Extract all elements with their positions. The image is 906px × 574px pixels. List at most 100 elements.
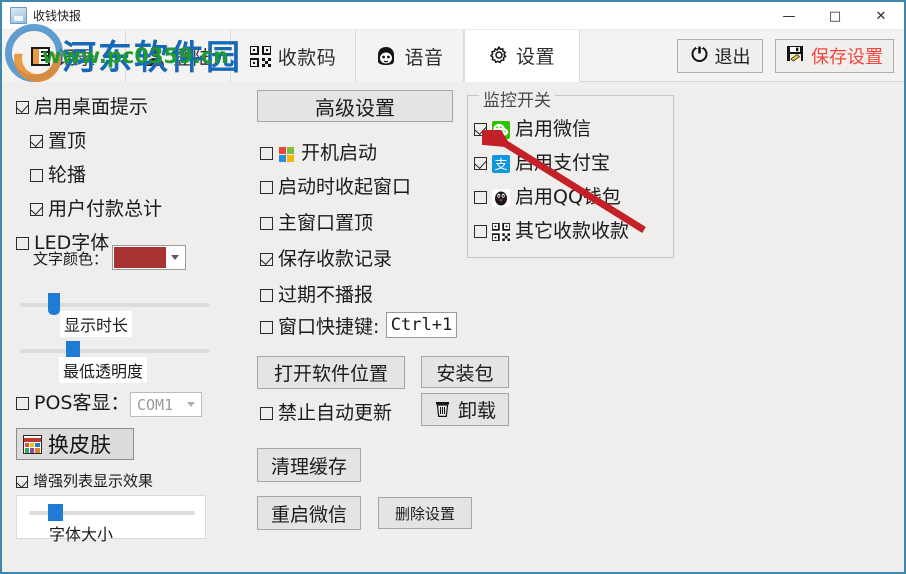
checkbox-no-expire-voice-label: 过期不播报 [278, 284, 374, 306]
checkbox-box [260, 217, 273, 230]
save-settings-label: 保存设置 [811, 47, 883, 68]
text-color-label: 文字颜色： [33, 250, 109, 268]
tab-settings[interactable]: 设置 [464, 30, 580, 82]
checkbox-save-records[interactable]: 保存收款记录 [260, 250, 392, 269]
checkbox-enable-wechat-label: 启用微信 [515, 118, 592, 140]
checkbox-user-pay-total-label: 用户付款总计 [48, 198, 163, 220]
tab-login[interactable]: 登陆 [126, 30, 231, 82]
palette-icon [23, 434, 42, 454]
checkbox-no-auto-update[interactable]: 禁止自动更新 [260, 404, 392, 423]
advanced-settings-label: 高级设置 [315, 95, 395, 120]
text-color-combo[interactable] [112, 245, 186, 270]
checkbox-main-on-top[interactable]: 主窗口置顶 [260, 214, 373, 233]
checkbox-enable-qq-wallet[interactable]: 启用QQ钱包 [474, 188, 621, 207]
installer-package-label: 安装包 [436, 362, 494, 385]
checkbox-enable-other-pay[interactable]: 其它收款收款 [474, 220, 630, 242]
wechat-icon [492, 120, 510, 139]
checkbox-always-on-top[interactable]: 置顶 [30, 132, 86, 151]
checkbox-enable-alipay-label: 启用支付宝 [515, 152, 611, 174]
checkbox-box [474, 225, 487, 238]
checkbox-box [260, 321, 273, 334]
checkbox-box [474, 157, 487, 170]
slider-display-duration-label: 显示时长 [60, 311, 133, 337]
tab-paycode[interactable]: 收款码 [231, 30, 356, 82]
checkbox-desktop-tip-label: 启用桌面提示 [34, 96, 149, 118]
tab-paycode-label: 收款码 [277, 46, 337, 69]
settings-content: 启用桌面提示 置顶 轮播 用户付款总计 LED字体 文字颜色： 显示时长 最低透… [2, 82, 904, 572]
checkbox-enhance-list-label: 增强列表显示效果 [33, 472, 154, 490]
slider-font-size-label: 字体大小 [49, 525, 114, 544]
power-icon [690, 44, 709, 68]
minimize-button[interactable]: — [766, 2, 812, 30]
checkbox-hotkey-label: 窗口快捷键: [278, 316, 380, 338]
checkbox-user-pay-total[interactable]: 用户付款总计 [30, 200, 162, 219]
slider-min-opacity-track[interactable] [20, 349, 210, 353]
delete-settings-label: 删除设置 [394, 504, 455, 523]
checkbox-no-expire-voice[interactable]: 过期不播报 [260, 286, 373, 305]
gear-icon [489, 45, 509, 66]
toolbar-actions: 退出 保存设置 [677, 39, 894, 73]
window-title: 收钱快报 [33, 9, 82, 23]
checkbox-enable-qq-wallet-label: 启用QQ钱包 [515, 186, 621, 208]
checkbox-box [16, 475, 28, 488]
checkbox-pos-display-label: POS客显： [34, 392, 130, 414]
clear-cache-button[interactable]: 清理缓存 [257, 448, 361, 482]
checkbox-enable-wechat[interactable]: 启用微信 [474, 120, 591, 139]
clear-cache-label: 清理缓存 [270, 455, 347, 478]
checkbox-desktop-tip[interactable]: 启用桌面提示 [16, 98, 148, 117]
close-button[interactable]: ✕ [858, 2, 904, 30]
checkbox-start-minimized[interactable]: 启动时收起窗口 [260, 178, 411, 197]
hotkey-input[interactable]: Ctrl+1 [386, 312, 457, 338]
advanced-settings-button[interactable]: 高级设置 [257, 90, 453, 122]
checkbox-start-minimized-label: 启动时收起窗口 [278, 176, 412, 198]
tab-voice[interactable]: 语音 [356, 30, 464, 82]
checkbox-main-on-top-label: 主窗口置顶 [278, 212, 374, 234]
restart-wechat-button[interactable]: 重启微信 [257, 496, 361, 530]
exit-button[interactable]: 退出 [677, 39, 763, 73]
uninstall-label: 卸载 [457, 400, 496, 422]
uninstall-button[interactable]: 卸载 [421, 393, 509, 426]
maximize-button[interactable]: □ [812, 2, 858, 30]
checkbox-box [474, 191, 487, 204]
checkbox-rotate[interactable]: 轮播 [30, 166, 86, 185]
qrcode-icon [491, 221, 511, 242]
open-install-folder-button[interactable]: 打开软件位置 [257, 356, 405, 389]
change-skin-button[interactable]: 换皮肤 [16, 428, 134, 460]
checkbox-box [30, 203, 43, 216]
chevron-down-icon [187, 402, 195, 407]
checkbox-box [260, 181, 273, 194]
slider-display-duration-thumb[interactable] [48, 293, 61, 315]
installer-package-button[interactable]: 安装包 [421, 356, 509, 388]
checkbox-box [260, 289, 273, 302]
checkbox-box [30, 135, 43, 148]
checkbox-enable-alipay[interactable]: 支 启用支付宝 [474, 154, 610, 173]
text-color-swatch [114, 247, 166, 268]
voice-icon [375, 46, 397, 66]
checkbox-box [474, 123, 487, 136]
slider-min-opacity-thumb[interactable] [66, 341, 81, 357]
monitor-switch-title: 监控开关 [479, 86, 555, 111]
checkbox-boot-start-label: 开机启动 [301, 142, 378, 164]
slider-min-opacity-label: 最低透明度 [59, 357, 148, 383]
pos-port-combo[interactable]: COM1 [130, 392, 202, 417]
delete-settings-button[interactable]: 删除设置 [378, 497, 472, 529]
person-icon [144, 46, 166, 66]
checkbox-enable-other-pay-label: 其它收款收款 [515, 220, 630, 242]
floppy-disk-icon [786, 44, 805, 68]
checkbox-enhance-list[interactable]: 增强列表显示效果 [16, 474, 153, 489]
checkbox-box [260, 407, 273, 420]
tab-voice-label: 语音 [404, 46, 444, 69]
checkbox-box [30, 169, 43, 182]
checkbox-rotate-label: 轮播 [48, 164, 87, 186]
trash-icon [434, 401, 452, 419]
checkbox-box [16, 397, 29, 410]
checkbox-boot-start[interactable]: 开机启动 [260, 144, 377, 163]
chevron-down-icon [171, 255, 179, 260]
qrcode-icon [248, 44, 272, 68]
checkbox-hotkey[interactable]: 窗口快捷键: [260, 318, 379, 337]
slider-font-size-thumb[interactable] [48, 504, 64, 521]
save-settings-button[interactable]: 保存设置 [775, 39, 894, 73]
checkbox-pos-display[interactable]: POS客显： [16, 394, 129, 413]
checkbox-no-auto-update-label: 禁止自动更新 [278, 402, 393, 424]
tab-strip: 记录 登陆 收款码 语音 设置 退出 保存设置 [2, 30, 904, 82]
